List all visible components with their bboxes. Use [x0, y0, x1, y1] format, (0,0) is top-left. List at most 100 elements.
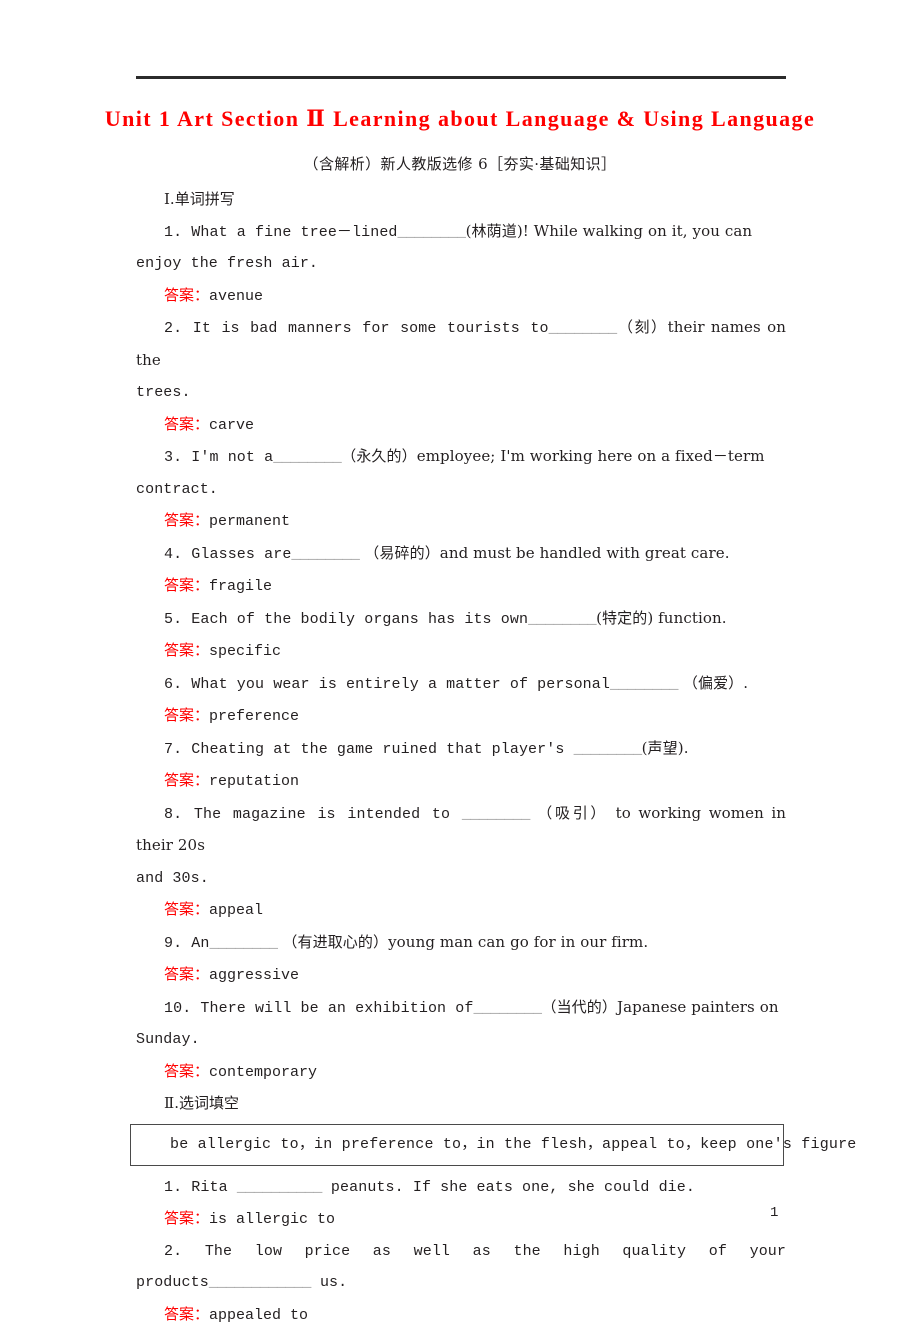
question-item: 1. Rita __________ peanuts. If she eats …: [136, 1172, 786, 1204]
question-item: 2. It is bad manners for some tourists t…: [136, 312, 786, 377]
question-text: 9. An: [164, 935, 210, 952]
question-text: 3. I'm not a: [164, 449, 273, 466]
answer-label: 答案：: [164, 900, 209, 918]
question-item: 6. What you wear is entirely a matter of…: [136, 668, 786, 701]
document-content: Ⅰ.单词拼写 1. What a fine tree－lined________…: [136, 184, 786, 1331]
question-text: trees.: [136, 384, 191, 401]
question-text: 8. The magazine is intended to: [164, 806, 462, 823]
question-text: 1. Rita: [164, 1179, 237, 1196]
answer-line: 答案：is allergic to: [164, 1203, 786, 1236]
answer-value: avenue: [209, 288, 263, 305]
answer-label: 答案：: [164, 706, 209, 724]
answer-label: 答案：: [164, 965, 209, 983]
page-title: Unit 1 Art Section Ⅱ Learning about Lang…: [0, 106, 920, 132]
answer-line: 答案：carve: [164, 409, 786, 442]
page-number: 1: [770, 1205, 778, 1221]
question-item: 7. Cheating at the game ruined that play…: [136, 733, 786, 766]
answer-blank: __________: [237, 1179, 322, 1196]
question-text: 7. Cheating at the game ruined that play…: [164, 741, 574, 758]
answer-blank: ________: [528, 611, 596, 628]
section-heading-1: Ⅰ.单词拼写: [164, 184, 786, 216]
answer-line: 答案：reputation: [164, 765, 786, 798]
question-text: 1. What a fine tree－lined: [164, 224, 398, 241]
answer-value: appeal: [209, 902, 263, 919]
answer-blank: ________: [398, 224, 466, 241]
question-text: enjoy the fresh air.: [136, 255, 318, 272]
answer-value: aggressive: [209, 967, 299, 984]
section-heading-2: Ⅱ.选词填空: [164, 1088, 786, 1120]
question-item-cont: and 30s.: [136, 863, 786, 895]
answer-label: 答案：: [164, 415, 209, 433]
answer-label: 答案：: [164, 1209, 209, 1227]
answer-label: 答案：: [164, 1062, 209, 1080]
answer-line: 答案：appeal: [164, 894, 786, 927]
answer-line: 答案：avenue: [164, 280, 786, 313]
answer-blank: ________: [473, 1000, 541, 1017]
question-text: peanuts. If she eats one, she could die.: [322, 1179, 695, 1196]
question-text-cn: （永久的）employee; I'm working here on a fix…: [341, 447, 764, 465]
answer-value: carve: [209, 417, 254, 434]
answer-line: 答案：aggressive: [164, 959, 786, 992]
question-item: 5. Each of the bodily organs has its own…: [136, 603, 786, 636]
answer-line: 答案：specific: [164, 635, 786, 668]
answer-blank: ________: [291, 546, 359, 563]
answer-line: 答案：preference: [164, 700, 786, 733]
question-text-cn: （当代的）Japanese painters on: [541, 998, 778, 1016]
question-text: 2. It is bad manners for some tourists t…: [164, 320, 549, 337]
answer-value: reputation: [209, 773, 299, 790]
answer-value: contemporary: [209, 1064, 317, 1081]
answer-line: 答案：permanent: [164, 505, 786, 538]
question-text-cn: （易碎的）and must be handled with great care…: [359, 544, 729, 562]
question-item-cont: trees.: [136, 377, 786, 409]
answer-label: 答案：: [164, 511, 209, 529]
question-text: 5. Each of the bodily organs has its own: [164, 611, 528, 628]
answer-value: fragile: [209, 578, 272, 595]
answer-blank: ________: [273, 449, 341, 466]
question-text: 6. What you wear is entirely a matter of…: [164, 676, 610, 693]
answer-blank: ________: [462, 806, 530, 823]
answer-label: 答案：: [164, 576, 209, 594]
question-item-cont: contract.: [136, 474, 786, 506]
document-page: Unit 1 Art Section Ⅱ Learning about Lang…: [0, 0, 920, 1302]
answer-value: permanent: [209, 513, 290, 530]
answer-blank: ________: [610, 676, 678, 693]
question-text: contract.: [136, 481, 218, 498]
answer-value: preference: [209, 708, 299, 725]
question-item: 1. What a fine tree－lined________(林荫道)! …: [136, 216, 786, 249]
answer-line: 答案：contemporary: [164, 1056, 786, 1089]
question-item: 9. An________ （有进取心的）young man can go fo…: [136, 927, 786, 960]
word-bank-text: be allergic to，in preference to，in the f…: [170, 1133, 857, 1157]
question-text: us.: [311, 1274, 347, 1291]
question-text-cn: (特定的) function.: [596, 609, 727, 627]
question-item-cont: enjoy the fresh air.: [136, 248, 786, 280]
page-subtitle: （含解析）新人教版选修 6［夯实·基础知识］: [0, 153, 920, 174]
answer-line: 答案：appealed to: [164, 1299, 786, 1331]
question-text-cn: (声望).: [642, 739, 689, 757]
answer-value: appealed to: [209, 1307, 308, 1324]
answer-blank: ____________: [209, 1274, 311, 1291]
answer-value: specific: [209, 643, 281, 660]
question-text: and 30s.: [136, 870, 209, 887]
question-item: 2. The low price as well as the high qua…: [136, 1236, 786, 1299]
answer-label: 答案：: [164, 641, 209, 659]
answer-label: 答案：: [164, 1305, 209, 1323]
question-text: 10. There will be an exhibition of: [164, 1000, 473, 1017]
question-text-cn: （偏爱）.: [678, 674, 748, 692]
question-item-cont: Sunday.: [136, 1024, 786, 1056]
question-item: 3. I'm not a________（永久的）employee; I'm w…: [136, 441, 786, 474]
word-bank: be allergic to，in preference to，in the f…: [136, 1124, 786, 1170]
question-text-cn: (林荫道)! While walking on it, you can: [466, 222, 753, 240]
answer-label: 答案：: [164, 771, 209, 789]
answer-line: 答案：fragile: [164, 570, 786, 603]
answer-value: is allergic to: [209, 1211, 335, 1228]
question-text-cn: （有进取心的）young man can go for in our firm.: [278, 933, 649, 951]
question-item: 4. Glasses are________ （易碎的）and must be …: [136, 538, 786, 571]
question-item: 8. The magazine is intended to ________ …: [136, 798, 786, 863]
answer-blank: ________: [574, 741, 642, 758]
header-divider: [136, 76, 786, 79]
question-item: 10. There will be an exhibition of______…: [136, 992, 786, 1025]
answer-label: 答案：: [164, 286, 209, 304]
question-text: 4. Glasses are: [164, 546, 291, 563]
answer-blank: ________: [210, 935, 278, 952]
question-text: Sunday.: [136, 1031, 200, 1048]
